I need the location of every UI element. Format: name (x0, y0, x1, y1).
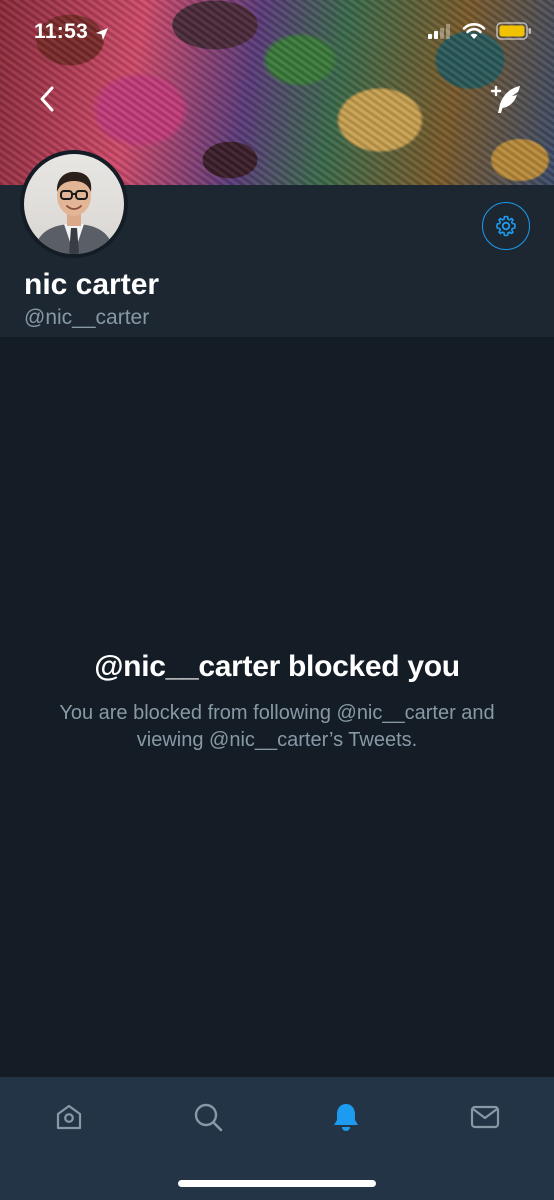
profile-display-name: nic carter (24, 268, 160, 301)
back-button[interactable] (30, 82, 64, 116)
wifi-icon (462, 23, 486, 39)
bell-icon (334, 1104, 358, 1131)
blocked-message: @nic__carter blocked you You are blocked… (0, 650, 554, 754)
mail-icon (470, 1105, 500, 1129)
search-icon (194, 1103, 223, 1132)
tab-home[interactable] (39, 1095, 99, 1139)
compose-tweet-button[interactable] (486, 80, 526, 120)
status-bar: 11:53 (0, 0, 554, 70)
tab-messages[interactable] (455, 1095, 515, 1139)
tab-search[interactable] (178, 1095, 238, 1139)
status-time: 11:53 (34, 20, 89, 43)
battery-icon (496, 22, 531, 40)
home-indicator[interactable] (178, 1180, 376, 1187)
tab-notifications[interactable] (316, 1095, 376, 1139)
home-icon (56, 1104, 82, 1130)
cellular-signal-icon (428, 24, 450, 39)
profile-handle: @nic__carter (24, 306, 150, 329)
avatar-photo (24, 154, 124, 254)
avatar[interactable] (20, 150, 128, 258)
compose-feather-icon (490, 85, 520, 113)
blocked-title: @nic__carter blocked you (94, 650, 460, 683)
location-arrow-icon (96, 28, 108, 40)
blocked-description: You are blocked from following @nic__car… (59, 702, 495, 751)
profile-settings-button[interactable] (482, 202, 530, 250)
chevron-left-icon (40, 86, 54, 112)
gear-icon (496, 215, 516, 237)
